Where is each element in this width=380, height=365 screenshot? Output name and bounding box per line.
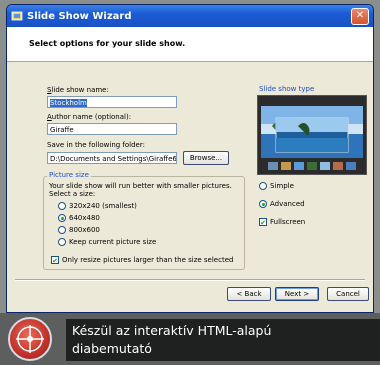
window-title: Slide Show Wizard xyxy=(27,10,132,22)
close-button[interactable]: ✕ xyxy=(351,7,369,25)
fullscreen-checkbox[interactable]: ✔ Fullscreen xyxy=(259,218,306,227)
footer-separator xyxy=(15,279,365,281)
slide-show-preview xyxy=(257,95,367,175)
caption-text: Készül az interaktív HTML-alapú diabemut… xyxy=(72,322,271,358)
picture-size-desc: Your slide show will run better with sma… xyxy=(49,182,232,190)
preview-image xyxy=(258,96,366,174)
back-button[interactable]: < Back xyxy=(227,287,271,301)
radio-label: Keep current picture size xyxy=(69,238,157,246)
crosshair-badge-icon xyxy=(8,317,52,361)
radio-label: Advanced xyxy=(270,200,305,208)
author-label: Author name (optional): xyxy=(47,113,132,121)
crosshair-icon xyxy=(16,325,44,353)
radio-simple[interactable]: Simple xyxy=(259,182,294,190)
resize-larger-checkbox[interactable]: ✔ Only resize pictures larger than the si… xyxy=(51,256,234,265)
cancel-button[interactable]: Cancel xyxy=(327,287,369,301)
caption-line-2: diabemutató xyxy=(72,341,152,356)
folder-label: Save in the following folder: xyxy=(47,141,145,149)
check-mark-icon: ✔ xyxy=(51,256,59,265)
slide-show-name-input[interactable]: Stockholm xyxy=(47,96,177,108)
radio-label: 320x240 (smallest) xyxy=(69,202,137,210)
app-icon xyxy=(11,11,23,21)
radio-320x240[interactable]: 320x240 (smallest) xyxy=(58,202,137,210)
radio-dot-selected xyxy=(259,200,267,208)
slide-show-wizard-window: Slide Show Wizard ✕ Select options for y… xyxy=(6,4,374,313)
title-bar[interactable]: Slide Show Wizard ✕ xyxy=(7,5,373,27)
wizard-header: Select options for your slide show. xyxy=(7,27,373,62)
checkbox-label: Only resize pictures larger than the siz… xyxy=(62,256,234,264)
radio-dot xyxy=(58,202,66,210)
radio-label: 640x480 xyxy=(69,214,100,222)
folder-path-input[interactable]: D:\Documents and Settings\Giraffe67\ xyxy=(47,152,177,164)
radio-dot xyxy=(58,226,66,234)
radio-dot xyxy=(58,238,66,246)
next-button[interactable]: Next > xyxy=(275,287,319,301)
radio-keep-size[interactable]: Keep current picture size xyxy=(58,238,156,246)
radio-label: Simple xyxy=(270,182,294,190)
radio-dot xyxy=(259,182,267,190)
browse-button[interactable]: Browse... xyxy=(183,151,229,165)
radio-640x480[interactable]: 640x480 xyxy=(58,214,100,222)
radio-advanced[interactable]: Advanced xyxy=(259,200,305,208)
name-label: Slide show name: xyxy=(47,86,109,94)
slide-show-type-title: Slide show type xyxy=(259,85,315,93)
select-size-label: Select a size: xyxy=(49,190,96,198)
header-text: Select options for your slide show. xyxy=(29,39,186,48)
name-value: Stockholm xyxy=(50,99,87,107)
caption-line-1: Készül az interaktív HTML-alapú xyxy=(72,323,272,338)
picture-size-title: Picture size xyxy=(47,171,91,179)
radio-label: 800x600 xyxy=(69,226,100,234)
author-name-input[interactable]: Giraffe xyxy=(47,123,177,135)
check-mark-icon: ✔ xyxy=(259,218,267,227)
radio-800x600[interactable]: 800x600 xyxy=(58,226,100,234)
radio-dot-selected xyxy=(58,214,66,222)
checkbox-label: Fullscreen xyxy=(270,218,306,226)
caption-banner: Készül az interaktív HTML-alapú diabemut… xyxy=(0,313,380,365)
